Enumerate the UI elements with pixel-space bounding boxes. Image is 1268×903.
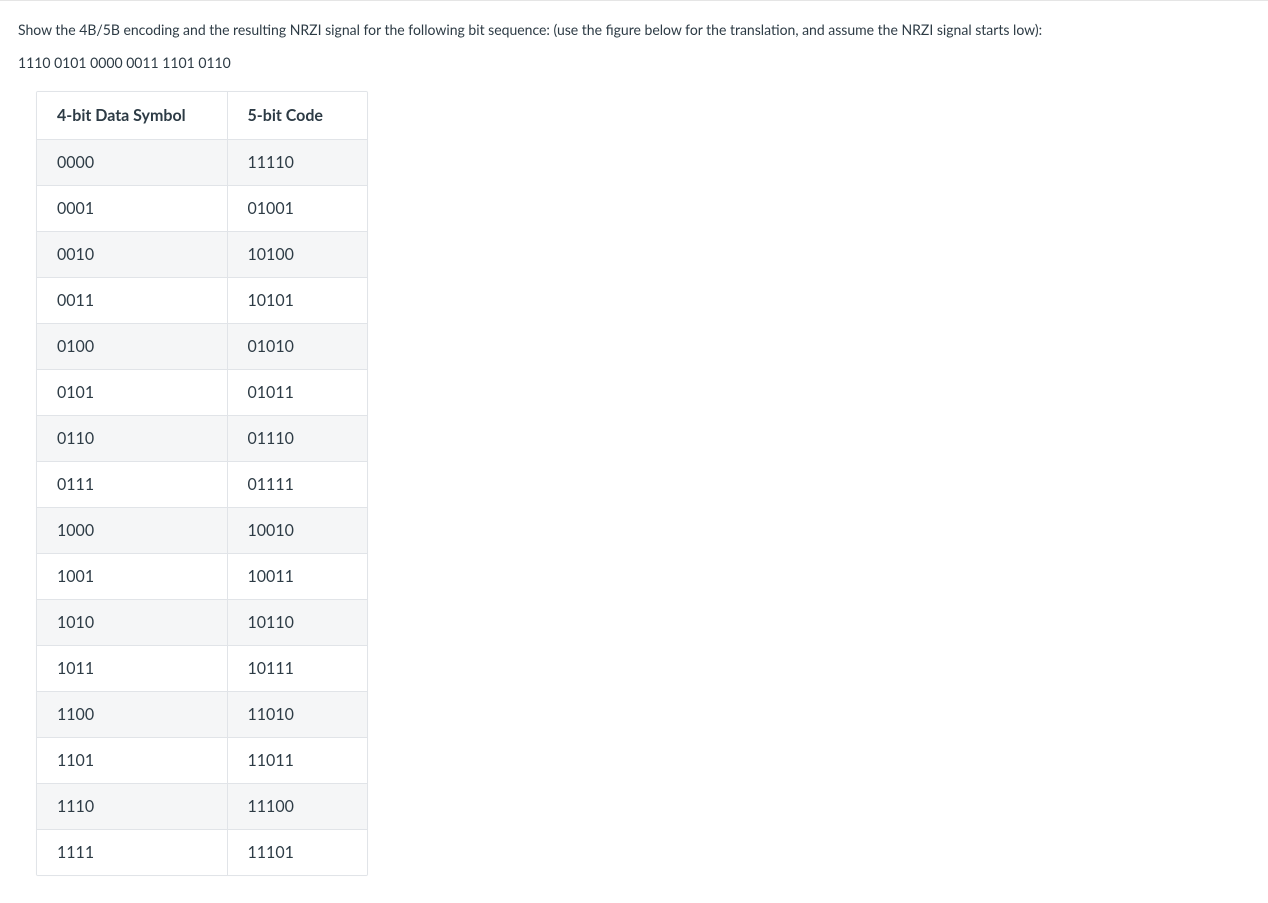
encoding-table: 4-bit Data Symbol 5-bit Code 00001111000…	[37, 92, 367, 875]
cell-symbol: 0001	[37, 186, 227, 232]
cell-symbol: 0110	[37, 416, 227, 462]
cell-code: 11010	[227, 692, 367, 738]
table-row: 101110111	[37, 646, 367, 692]
cell-code: 11110	[227, 140, 367, 186]
cell-symbol: 1101	[37, 738, 227, 784]
table-row: 001110101	[37, 278, 367, 324]
cell-code: 10100	[227, 232, 367, 278]
cell-symbol: 0000	[37, 140, 227, 186]
table-row: 010001010	[37, 324, 367, 370]
cell-code: 10111	[227, 646, 367, 692]
table-row: 000101001	[37, 186, 367, 232]
cell-symbol: 0010	[37, 232, 227, 278]
table-row: 011001110	[37, 416, 367, 462]
cell-symbol: 1011	[37, 646, 227, 692]
cell-code: 11100	[227, 784, 367, 830]
cell-symbol: 0011	[37, 278, 227, 324]
encoding-table-wrapper: 4-bit Data Symbol 5-bit Code 00001111000…	[36, 91, 368, 876]
table-row: 110111011	[37, 738, 367, 784]
cell-symbol: 0101	[37, 370, 227, 416]
table-row: 110011010	[37, 692, 367, 738]
cell-code: 01110	[227, 416, 367, 462]
cell-symbol: 1110	[37, 784, 227, 830]
table-row: 100010010	[37, 508, 367, 554]
table-header-row: 4-bit Data Symbol 5-bit Code	[37, 92, 367, 140]
cell-code: 11011	[227, 738, 367, 784]
bit-sequence: 1110 0101 0000 0011 1101 0110	[18, 54, 1250, 71]
cell-code: 10110	[227, 600, 367, 646]
cell-symbol: 0111	[37, 462, 227, 508]
table-row: 100110011	[37, 554, 367, 600]
cell-code: 01111	[227, 462, 367, 508]
cell-code: 10011	[227, 554, 367, 600]
table-row: 111011100	[37, 784, 367, 830]
cell-code: 10101	[227, 278, 367, 324]
cell-symbol: 1010	[37, 600, 227, 646]
cell-code: 01011	[227, 370, 367, 416]
table-row: 000011110	[37, 140, 367, 186]
cell-code: 10010	[227, 508, 367, 554]
cell-symbol: 1100	[37, 692, 227, 738]
table-row: 011101111	[37, 462, 367, 508]
question-prompt: Show the 4B/5B encoding and the resultin…	[18, 19, 1250, 40]
table-row: 001010100	[37, 232, 367, 278]
cell-code: 11101	[227, 830, 367, 876]
cell-code: 01010	[227, 324, 367, 370]
table-row: 111111101	[37, 830, 367, 876]
cell-symbol: 0100	[37, 324, 227, 370]
header-symbol: 4-bit Data Symbol	[37, 92, 227, 140]
cell-symbol: 1001	[37, 554, 227, 600]
header-code: 5-bit Code	[227, 92, 367, 140]
table-row: 101010110	[37, 600, 367, 646]
question-container: Show the 4B/5B encoding and the resultin…	[0, 1, 1268, 903]
cell-symbol: 1111	[37, 830, 227, 876]
cell-code: 01001	[227, 186, 367, 232]
table-row: 010101011	[37, 370, 367, 416]
cell-symbol: 1000	[37, 508, 227, 554]
